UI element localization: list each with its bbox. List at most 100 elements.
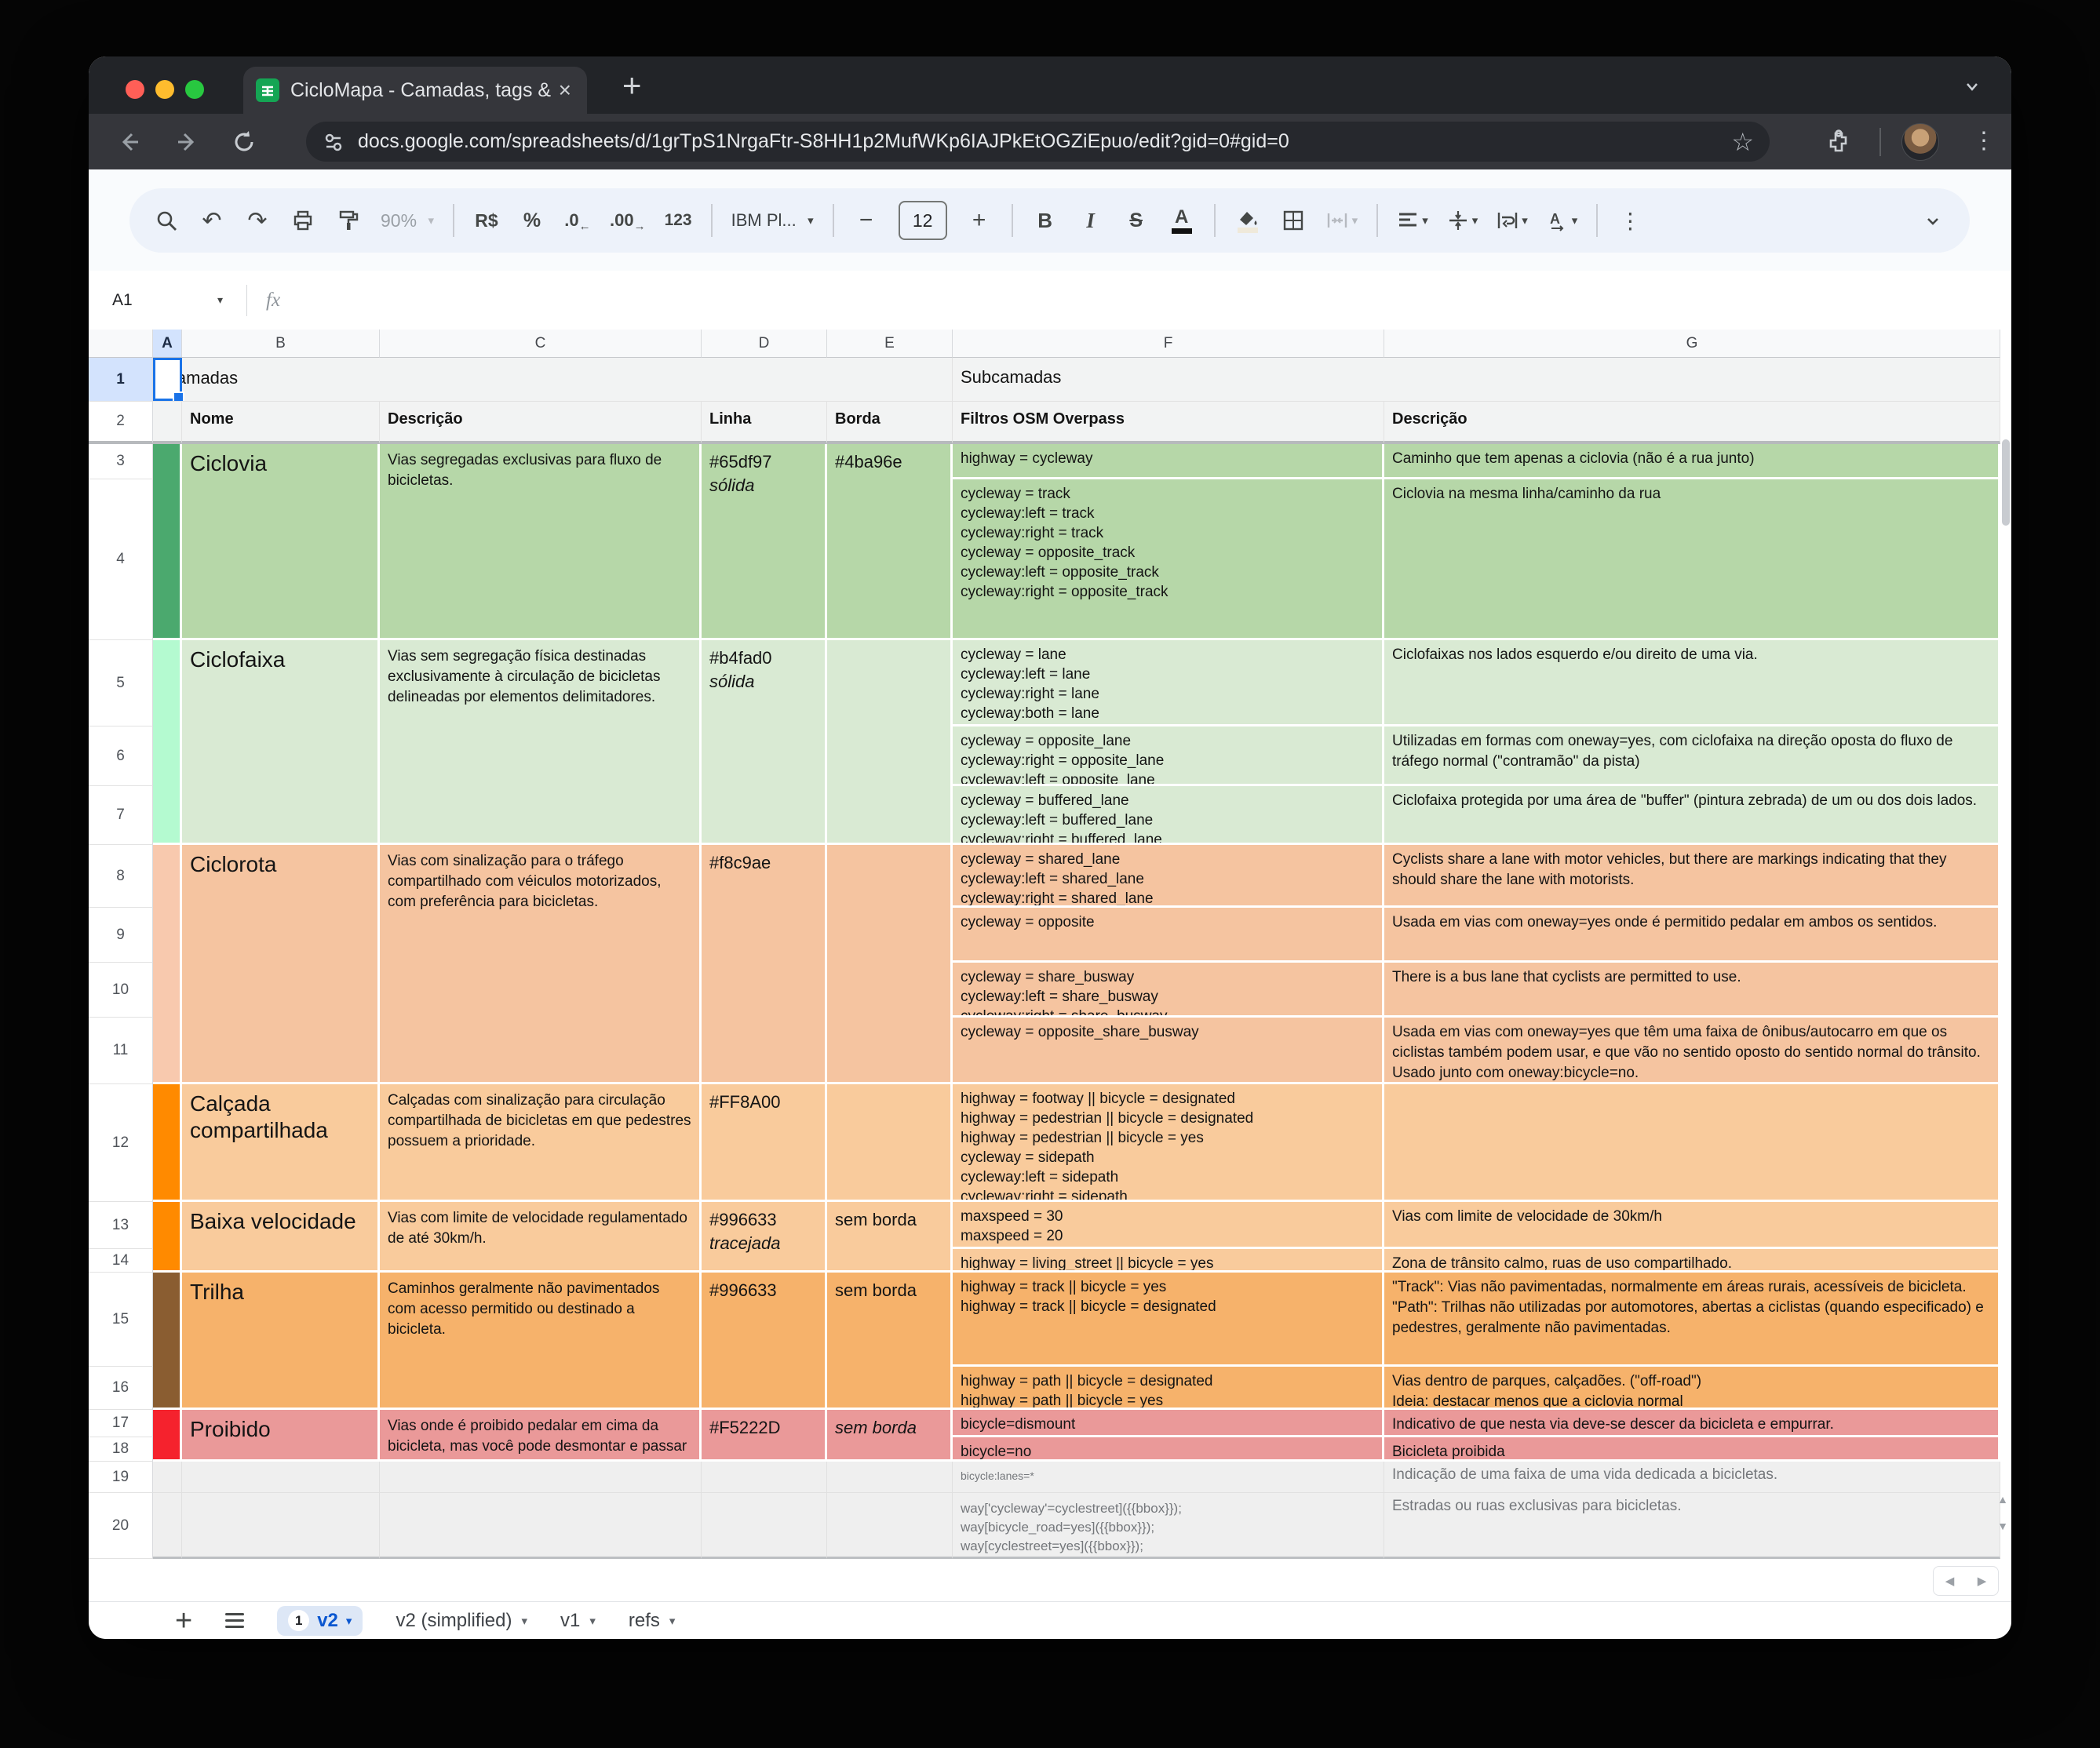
- italic-button[interactable]: I: [1077, 203, 1104, 238]
- cell-subdesc-r11[interactable]: Usada em vias com oneway=yes que têm uma…: [1384, 1018, 2000, 1084]
- scroll-right-icon[interactable]: ▶: [1978, 1574, 1987, 1588]
- sheet-tab-refs[interactable]: refs ▾: [629, 1610, 676, 1632]
- column-header-d[interactable]: D: [702, 330, 827, 358]
- bookmark-star-icon[interactable]: ☆: [1731, 127, 1754, 157]
- print-icon[interactable]: [290, 203, 316, 238]
- new-tab-button[interactable]: +: [622, 69, 642, 102]
- merge-cells-button[interactable]: ▾: [1325, 203, 1358, 238]
- column-header-a[interactable]: A: [153, 330, 182, 358]
- row-header-10[interactable]: 10: [89, 963, 153, 1018]
- cell-name-ciclofaixa[interactable]: Ciclofaixa: [182, 640, 380, 845]
- row-header-14[interactable]: 14: [89, 1249, 153, 1273]
- cell-name-trilha[interactable]: Trilha: [182, 1273, 380, 1410]
- cell-a2[interactable]: [153, 402, 182, 444]
- cell-filters-r3[interactable]: highway = cycleway: [953, 444, 1384, 479]
- cell-subdesc-r8[interactable]: Cyclists share a lane with motor vehicle…: [1384, 845, 2000, 908]
- forward-button[interactable]: [170, 125, 204, 159]
- tab-search-chevron-icon[interactable]: [1956, 71, 1988, 102]
- search-icon[interactable]: [153, 203, 180, 238]
- increase-decimal-button[interactable]: .00→: [610, 203, 646, 238]
- back-button[interactable]: [112, 125, 147, 159]
- cell-desc-calcada-compartilhada[interactable]: Calçadas com sinalização para circulação…: [380, 1084, 702, 1202]
- row-header-6[interactable]: 6: [89, 727, 153, 786]
- row-header-15[interactable]: 15: [89, 1273, 153, 1367]
- cell-filters-r17[interactable]: bicycle=dismount: [953, 1410, 1384, 1437]
- profile-avatar[interactable]: [1901, 123, 1939, 161]
- stripe-ciclovia[interactable]: [153, 444, 182, 640]
- address-bar[interactable]: docs.google.com/spreadsheets/d/1grTpS1Nr…: [306, 122, 1770, 162]
- cell-c19[interactable]: [380, 1462, 702, 1493]
- cell-filters-r19[interactable]: bicycle:lanes=*: [953, 1462, 1384, 1493]
- cell-filters-r5[interactable]: cycleway = lanecycleway:left = lanecycle…: [953, 640, 1384, 727]
- stripe-trilha[interactable]: [153, 1273, 182, 1410]
- cell-filters-r20[interactable]: way['cycleway'=cyclestreet]({{bbox}});wa…: [953, 1493, 1384, 1559]
- cell-subdesc-r19[interactable]: Indicação de uma faixa de uma vida dedic…: [1384, 1462, 2000, 1493]
- sheet-tab-menu-icon[interactable]: ▾: [521, 1614, 527, 1628]
- cell-filters-r13[interactable]: maxspeed = 30maxspeed = 20: [953, 1202, 1384, 1249]
- bold-button[interactable]: B: [1032, 203, 1059, 238]
- cell-linha-ciclofaixa[interactable]: #b4fad0sólida: [702, 640, 827, 845]
- cell-name-baixa-velocidade[interactable]: Baixa velocidade: [182, 1202, 380, 1273]
- strikethrough-button[interactable]: S: [1123, 203, 1150, 238]
- cell-linha-baixa-velocidade[interactable]: #996633tracejada: [702, 1202, 827, 1273]
- cell-a20[interactable]: [153, 1493, 182, 1559]
- cell-subdesc-r7[interactable]: Ciclofaixa protegida por uma área de "bu…: [1384, 786, 2000, 845]
- decrease-decimal-button[interactable]: .0←: [564, 203, 591, 238]
- cell-borda-baixa-velocidade[interactable]: sem borda: [827, 1202, 953, 1273]
- cell-header-filtros[interactable]: Filtros OSM Overpass: [953, 402, 1384, 444]
- horizontal-align-button[interactable]: ▾: [1397, 203, 1428, 238]
- cell-filters-r7[interactable]: cycleway = buffered_lanecycleway:left = …: [953, 786, 1384, 845]
- cell-desc-ciclofaixa[interactable]: Vias sem segregação física destinadas ex…: [380, 640, 702, 845]
- cell-a19[interactable]: [153, 1462, 182, 1493]
- window-close-button[interactable]: [126, 80, 144, 99]
- cell-desc-ciclovia[interactable]: Vias segregadas exclusivas para fluxo de…: [380, 444, 702, 640]
- cell-subdesc-r13[interactable]: Vias com limite de velocidade de 30km/h: [1384, 1202, 2000, 1249]
- cell-subdesc-r14[interactable]: Zona de trânsito calmo, ruas de uso comp…: [1384, 1249, 2000, 1273]
- cell-borda-trilha[interactable]: sem borda: [827, 1273, 953, 1410]
- cell-desc-ciclorota[interactable]: Vias com sinalização para o tráfego comp…: [380, 845, 702, 1084]
- cell-desc-baixa-velocidade[interactable]: Vias com limite de velocidade regulament…: [380, 1202, 702, 1273]
- row-header-19[interactable]: 19: [89, 1462, 153, 1493]
- sheet-tab-v2-simplified[interactable]: v2 (simplified) ▾: [396, 1610, 527, 1632]
- cell-filters-r9[interactable]: cycleway = opposite: [953, 908, 1384, 963]
- window-maximize-button[interactable]: [185, 80, 204, 99]
- cell-linha-ciclovia[interactable]: #65df97sólida: [702, 444, 827, 640]
- number-format-button[interactable]: 123: [665, 203, 692, 238]
- cell-filters-r14[interactable]: highway = living_street || bicycle = yes: [953, 1249, 1384, 1273]
- cell-subdesc-r20[interactable]: Estradas ou ruas exclusivas para bicicle…: [1384, 1493, 2000, 1559]
- cell-header-descricao2[interactable]: Descrição: [1384, 402, 2000, 444]
- grid-corner[interactable]: [89, 330, 153, 358]
- sheet-tab-v2[interactable]: 1 v2 ▾: [277, 1606, 363, 1636]
- row-header-3[interactable]: 3: [89, 444, 153, 479]
- cell-subdesc-r3[interactable]: Caminho que tem apenas a ciclovia (não é…: [1384, 444, 2000, 479]
- sheet-tab-v1[interactable]: v1 ▾: [560, 1610, 596, 1632]
- cell-desc-proibido[interactable]: Vias onde é proibido pedalar em cima da …: [380, 1410, 702, 1462]
- cell-f1-subcamadas[interactable]: Subcamadas: [953, 358, 2000, 402]
- cell-filters-r6[interactable]: cycleway = opposite_lanecycleway:right =…: [953, 727, 1384, 786]
- font-size-input[interactable]: 12: [899, 201, 947, 240]
- cell-subdesc-r15[interactable]: "Track": Vias não pavimentadas, normalme…: [1384, 1273, 2000, 1367]
- cell-borda-calcada-compartilhada[interactable]: [827, 1084, 953, 1202]
- extensions-icon[interactable]: [1825, 128, 1853, 156]
- cell-filters-r12[interactable]: highway = footway || bicycle = designate…: [953, 1084, 1384, 1202]
- text-wrap-button[interactable]: ▾: [1497, 203, 1528, 238]
- name-box[interactable]: A1: [89, 291, 206, 310]
- vertical-scrollbar[interactable]: [2002, 439, 2010, 526]
- cell-subdesc-r5[interactable]: Ciclofaixas nos lados esquerdo e/ou dire…: [1384, 640, 2000, 727]
- scroll-up-icon[interactable]: ▲: [1994, 1489, 2011, 1509]
- row-header-7[interactable]: 7: [89, 786, 153, 845]
- column-header-c[interactable]: C: [380, 330, 702, 358]
- cell-e19[interactable]: [827, 1462, 953, 1493]
- cell-subdesc-r6[interactable]: Utilizadas em formas com oneway=yes, com…: [1384, 727, 2000, 786]
- cell-name-calcada-compartilhada[interactable]: Calçada compartilhada: [182, 1084, 380, 1202]
- tab-close-icon[interactable]: ×: [556, 78, 574, 103]
- cell-subdesc-r9[interactable]: Usada em vias com oneway=yes onde é perm…: [1384, 908, 2000, 963]
- font-select[interactable]: IBM Pl... ▾: [731, 203, 814, 238]
- column-header-e[interactable]: E: [827, 330, 953, 358]
- horizontal-scroll-controls[interactable]: ◀ ▶: [1933, 1566, 1999, 1596]
- scroll-down-icon[interactable]: ▼: [1994, 1516, 2011, 1536]
- cell-filters-r16[interactable]: highway = path || bicycle = designatedhi…: [953, 1367, 1384, 1410]
- browser-tab[interactable]: CicloMapa - Camadas, tags & ×: [243, 67, 587, 114]
- text-color-button[interactable]: A: [1168, 203, 1195, 238]
- more-toolbar-options-icon[interactable]: ⋮: [1617, 203, 1643, 238]
